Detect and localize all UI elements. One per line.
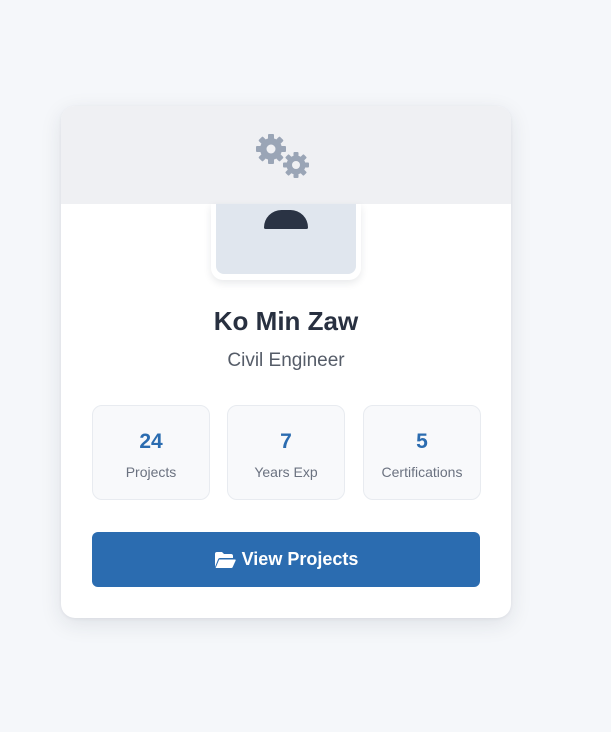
- avatar: [211, 204, 361, 280]
- stat-label: Certifications: [381, 464, 463, 480]
- profile-name: Ko Min Zaw: [213, 306, 359, 336]
- stat-years-exp: 7 Years Exp: [227, 405, 345, 500]
- folder-open-icon: [214, 551, 236, 568]
- user-silhouette-icon: [264, 210, 308, 229]
- profile-role: Civil Engineer: [227, 350, 345, 371]
- stat-label: Projects: [125, 464, 177, 480]
- profile-card: Ko Min Zaw Civil Engineer 24 Projects 7 …: [61, 106, 511, 618]
- stat-value: 5: [416, 430, 428, 453]
- gears-icon: [256, 134, 309, 178]
- view-projects-button[interactable]: View Projects: [92, 532, 480, 587]
- card-banner: [61, 106, 511, 204]
- stat-value: 7: [280, 430, 292, 453]
- stat-certifications: 5 Certifications: [363, 405, 481, 500]
- stat-label: Years Exp: [254, 464, 318, 480]
- stat-projects: 24 Projects: [92, 405, 210, 500]
- avatar-image: [216, 204, 356, 274]
- view-projects-label: View Projects: [241, 549, 359, 569]
- stats-row: 24 Projects 7 Years Exp 5 Certifications: [92, 405, 481, 500]
- stat-value: 24: [139, 430, 163, 453]
